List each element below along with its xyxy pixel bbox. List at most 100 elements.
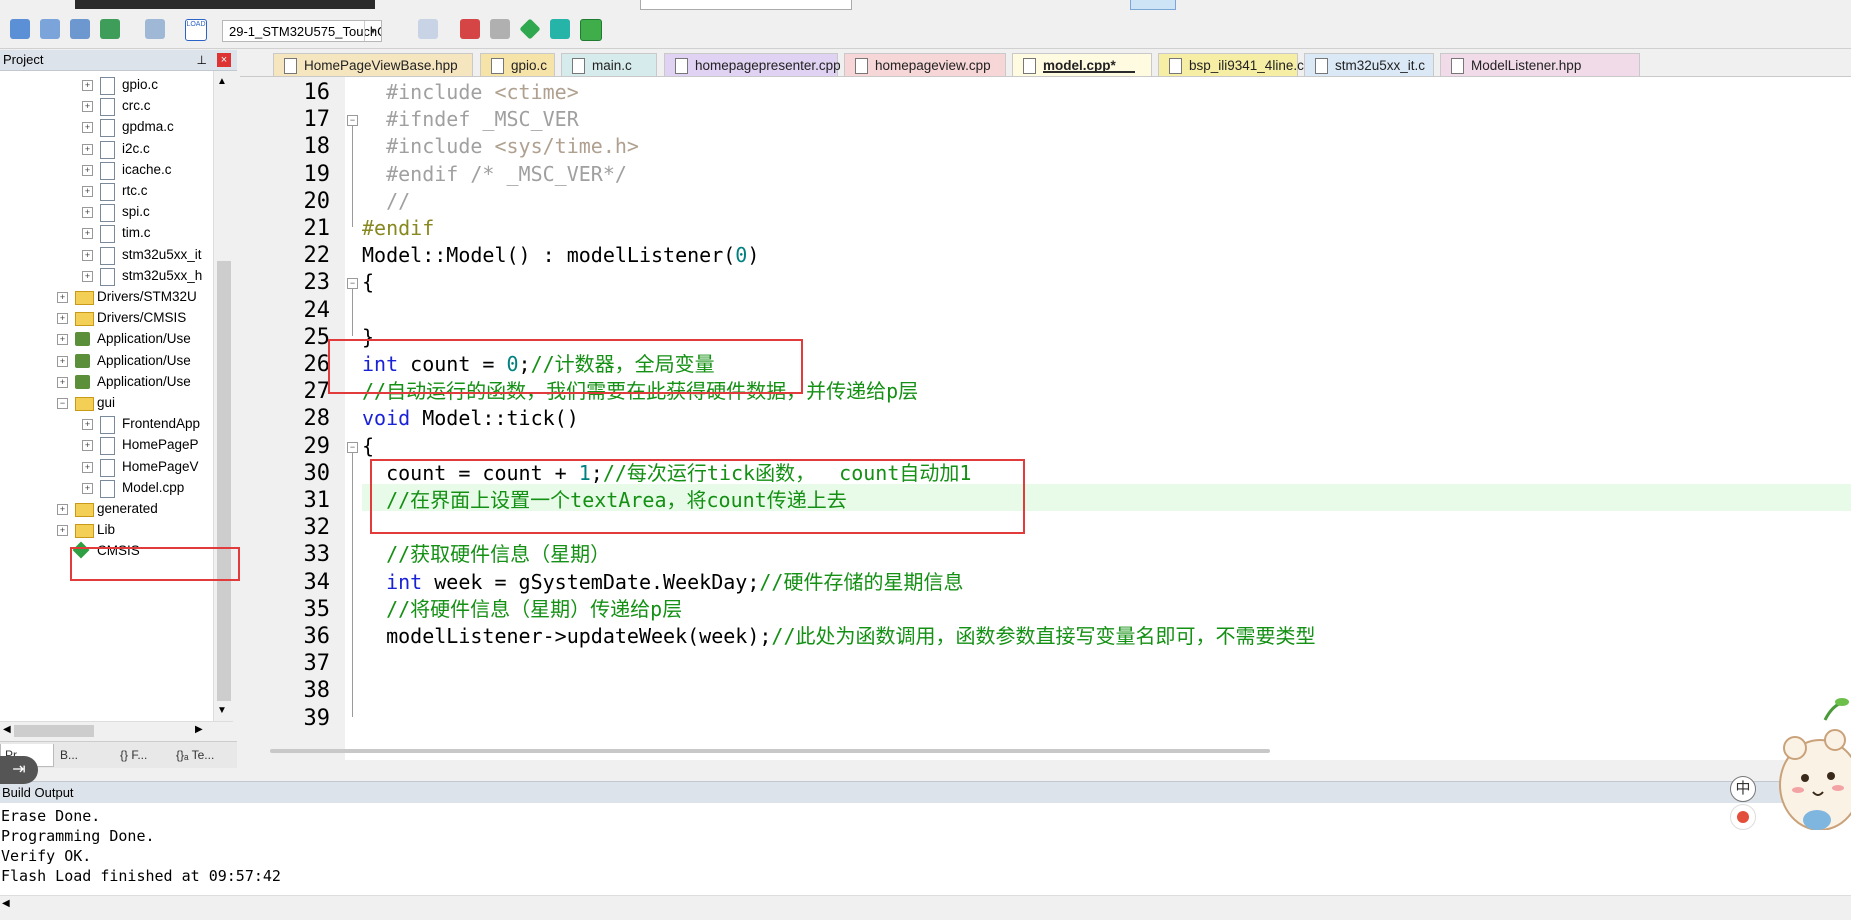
editor-horizontal-scrollbar[interactable] [270,749,1270,753]
expand-icon[interactable]: + [82,143,93,155]
load-label: LOAD [186,21,206,28]
stop-build-icon[interactable] [145,19,165,39]
expand-icon[interactable]: + [57,376,68,388]
editor-tab[interactable]: bsp_ili9341_4line.c [1158,53,1304,76]
file-icon [1169,58,1182,74]
line-number: 26 [303,352,331,377]
target-select[interactable]: 29-1_STM32U575_TouchG ▾ [222,20,382,42]
options-icon[interactable] [100,19,120,39]
expand-icon[interactable]: + [57,504,68,515]
expand-icon[interactable]: + [82,207,93,219]
build-icon[interactable] [40,19,60,39]
scroll-thumb[interactable] [14,725,94,737]
code-token: Model::Model() : modelListener( [362,243,736,268]
scroll-left-icon[interactable]: ◀ [3,724,11,735]
scroll-right-icon[interactable]: ▶ [195,724,203,735]
editor-tab[interactable]: homepageview.cpp [844,53,1006,76]
editor-tab[interactable]: HomePageViewBase.hpp [273,53,473,76]
code-line[interactable]: #endif /* _MSC_VER*/ [362,161,627,188]
layers-icon[interactable] [490,19,510,39]
tab-functions[interactable]: {} F... [116,744,172,766]
expand-icon[interactable]: + [82,101,93,113]
line-number: 16 [303,80,331,105]
line-number: 31 [303,488,331,513]
build-output-line: Erase Done. [1,807,101,825]
expand-icon[interactable]: + [57,292,68,303]
pin-icon[interactable]: ⊥ [197,50,207,70]
diamond-icon[interactable] [519,18,541,40]
menu-strip-combo[interactable] [640,0,852,10]
line-number: 37 [303,651,331,677]
expand-icon[interactable]: + [82,461,93,473]
build-output-scrollbar[interactable]: ◀ [0,895,1851,914]
code-line[interactable]: { [362,269,374,296]
code-line[interactable]: { [362,433,374,460]
expand-icon[interactable]: + [82,122,93,134]
load-icon[interactable]: LOAD [185,19,207,41]
project-tree-horizontal-scrollbar[interactable]: ◀ ▶ [0,721,233,740]
expand-icon[interactable]: + [57,525,68,537]
scroll-down-icon[interactable]: ▼ [217,705,227,716]
scroll-up-icon[interactable]: ▲ [217,76,227,87]
code-line[interactable]: //获取硬件信息（星期） [362,541,610,568]
line-number: 30 [303,460,331,486]
side-expand-button[interactable]: ⇥ [0,756,38,784]
editor-tab-label: ModelListener.hpp [1471,58,1582,73]
toolbar: LOAD 29-1_STM32U575_TouchG ▾ [0,12,1851,49]
collapse-icon[interactable]: − [57,398,68,409]
tab-templates[interactable]: {}ₐ Te... [172,744,236,766]
editor-tab[interactable]: main.c [561,53,657,76]
file-icon [100,98,115,117]
expand-icon[interactable]: + [82,440,93,452]
editor-tab[interactable]: model.cpp* [1012,53,1152,76]
code-line[interactable]: #ifndef _MSC_VER [362,106,579,133]
expand-icon[interactable]: + [57,313,68,325]
ime-status-icon[interactable] [1730,804,1756,830]
batch-build-icon[interactable] [70,19,90,39]
code-line[interactable]: #include <ctime> [362,79,579,106]
manage-icon[interactable] [460,19,480,39]
editor-tab[interactable]: stm32u5xx_it.c [1304,53,1434,76]
expand-icon[interactable]: + [82,249,93,261]
expand-icon[interactable]: + [57,334,68,346]
line-number: 23 [303,270,331,296]
file-icon [100,225,115,244]
scroll-thumb[interactable] [217,261,231,701]
editor-tab[interactable]: homepagepresenter.cpp [664,53,841,76]
expand-icon[interactable]: + [82,270,93,282]
fold-toggle-icon[interactable]: − [347,278,358,290]
code-line[interactable]: int week = gSystemDate.WeekDay;//硬件存储的星期… [362,569,963,596]
expand-icon[interactable]: + [82,80,93,91]
expand-icon[interactable]: + [82,186,93,197]
code-line[interactable]: #endif [362,215,434,242]
fold-toggle-icon[interactable]: − [347,115,358,127]
ime-language-icon[interactable]: 中 [1730,776,1756,802]
editor-tab-label: gpio.c [511,58,548,73]
code-line[interactable]: // [362,188,410,215]
menu-strip-highlighted-button[interactable] [1130,0,1176,10]
code-line[interactable]: //将硬件信息（星期）传递给p层 [362,596,682,623]
code-line[interactable]: modelListener->updateWeek(week);//此处为函数调… [362,623,1315,650]
code-token: //将硬件信息（星期）传递给p层 [362,596,683,621]
code-line[interactable]: #include <sys/time.h> [362,133,639,160]
scroll-left-icon[interactable]: ◀ [2,898,10,909]
expand-icon[interactable]: + [82,419,93,431]
expand-icon[interactable]: + [57,355,68,367]
editor-tab[interactable]: gpio.c [480,53,555,76]
rebuild-icon[interactable] [10,19,30,39]
code-line[interactable]: Model::Model() : modelListener(0) [362,242,759,269]
code-line[interactable]: void Model::tick() [362,405,579,432]
fold-toggle-icon[interactable]: − [347,441,358,453]
project-tree-vertical-scrollbar[interactable]: ▲ ▼ [213,71,234,721]
expand-icon[interactable]: + [82,482,93,494]
code-editor[interactable]: 16 17 18 19 20 21 22 23 24 25 26 27 28 29 30 31 32 33 34 35… [240,76,1851,760]
debug-icon[interactable] [550,19,570,39]
wand-icon[interactable] [418,19,438,39]
pack-icon[interactable] [580,19,602,41]
expand-icon[interactable]: + [82,228,93,240]
close-icon[interactable]: × [217,53,231,67]
expand-icon[interactable]: + [82,164,93,176]
annotation-box-model-file [70,547,240,581]
tab-books[interactable]: B... [56,744,112,766]
editor-tab[interactable]: ModelListener.hpp [1440,53,1640,76]
